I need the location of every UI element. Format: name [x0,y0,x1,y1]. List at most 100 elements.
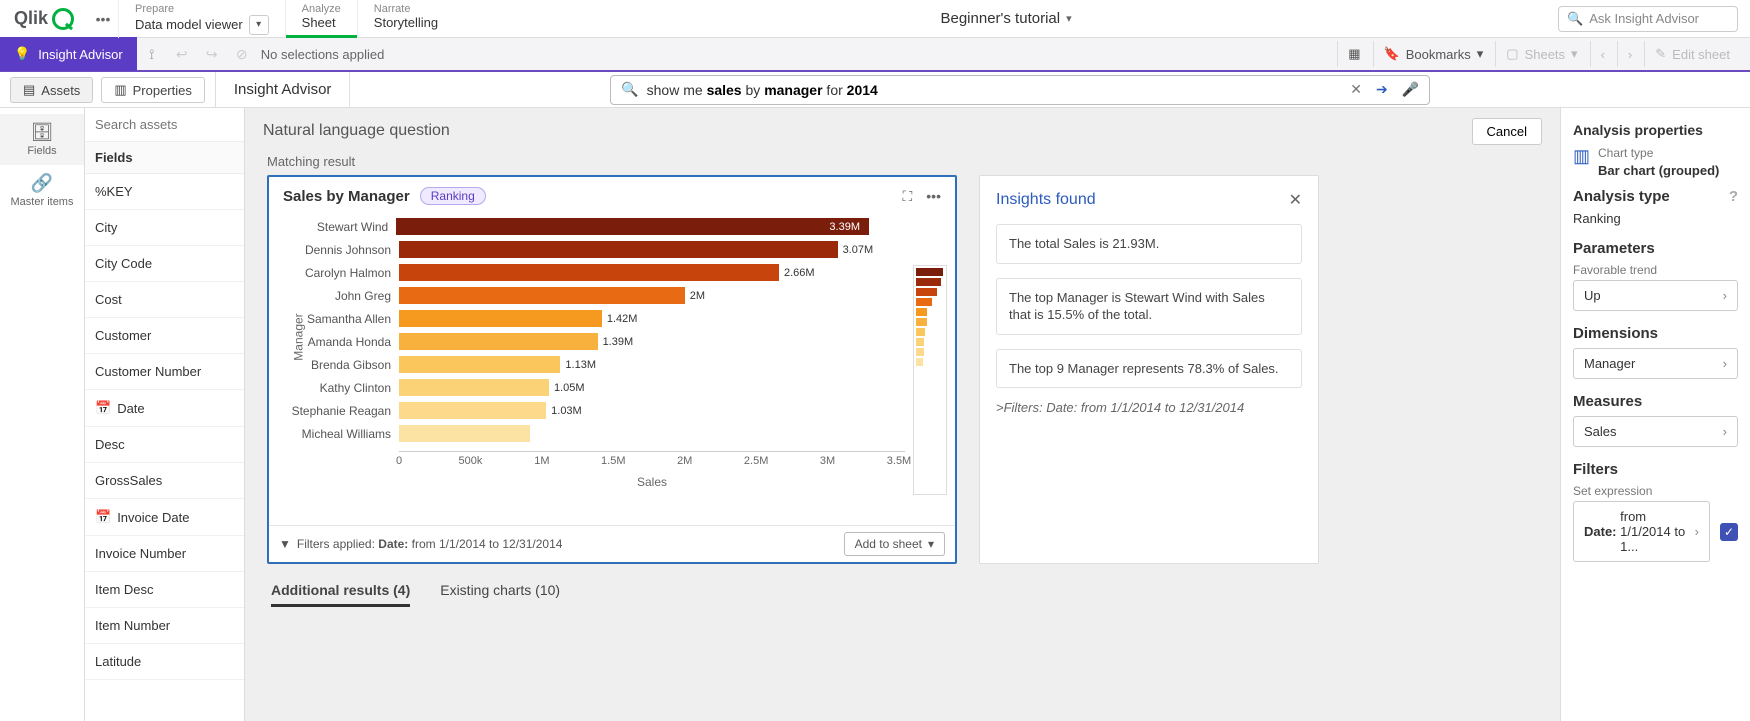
cancel-button[interactable]: Cancel [1472,118,1542,145]
search-assets-input[interactable] [85,108,244,142]
bar-category-label: Stewart Wind [269,220,396,234]
bar-row[interactable]: Micheal Williams [399,422,905,445]
bar[interactable] [399,310,602,327]
field-item[interactable]: 📅Date [85,390,244,427]
field-item[interactable]: 📅Invoice Date [85,499,244,536]
microphone-icon[interactable]: 🎤 [1402,81,1419,98]
field-item[interactable]: City [85,210,244,246]
bar-row[interactable]: Samantha Allen1.42M [399,307,905,330]
field-item[interactable]: Cost [85,282,244,318]
prev-sheet-button[interactable]: ‹ [1590,41,1615,67]
field-item[interactable]: Item Number [85,608,244,644]
chart-minimap[interactable] [913,265,947,495]
dimension-pill[interactable]: Manager› [1573,348,1738,379]
edit-sheet-button[interactable]: ✎Edit sheet [1644,41,1740,67]
bar[interactable] [399,379,549,396]
ask-insight-input[interactable]: 🔍 Ask Insight Advisor [1558,6,1738,32]
bar-row[interactable]: Kathy Clinton1.05M [399,376,905,399]
measure-pill[interactable]: Sales› [1573,416,1738,447]
field-item[interactable]: Invoice Number [85,536,244,572]
more-icon[interactable]: ••• [926,188,941,205]
nav-narrate[interactable]: Narrate Storytelling [357,0,454,38]
field-item[interactable]: Item Desc [85,572,244,608]
chart-type-label: Chart type [1598,146,1719,160]
insight-item[interactable]: The top Manager is Stewart Wind with Sal… [996,278,1302,335]
bar-row[interactable]: Dennis Johnson3.07M [399,238,905,261]
properties-panel-button[interactable]: ▥Properties [101,77,205,103]
leftnav-fields[interactable]: 🗄Fields [0,114,84,165]
submit-arrow-icon[interactable]: ➔ [1376,81,1388,98]
help-icon[interactable]: ? [1729,188,1738,205]
bar-row[interactable]: John Greg2M [399,284,905,307]
parameters-header: Parameters [1573,240,1738,257]
pencil-icon: ✎ [1655,46,1666,62]
leftnav-master-items[interactable]: 🔗Master items [0,165,84,216]
selections-status: No selections applied [261,47,385,62]
analysis-type-value: Ranking [1573,211,1738,226]
x-tick: 2.5M [744,455,768,467]
dimensions-header: Dimensions [1573,325,1738,342]
bar-row[interactable]: Carolyn Halmon2.66M [399,261,905,284]
add-to-sheet-button[interactable]: Add to sheet▾ [844,532,945,556]
app-title[interactable]: Beginner's tutorial ▾ [454,10,1558,27]
search-icon: 🔍 [621,81,638,98]
insight-advisor-button[interactable]: 💡 Insight Advisor [0,37,137,71]
chevron-right-icon: › [1723,288,1727,303]
bookmark-icon: 🔖 [1384,46,1400,62]
assets-panel-button[interactable]: ▤Assets [10,77,93,103]
bar[interactable] [399,333,598,350]
field-item[interactable]: Latitude [85,644,244,680]
bar-row[interactable]: Brenda Gibson1.13M [399,353,905,376]
more-menu-icon[interactable]: ••• [88,11,118,27]
bar-category-label: John Greg [269,289,399,303]
field-item[interactable]: Customer [85,318,244,354]
page-title: Natural language question [263,122,450,140]
field-item[interactable]: %KEY [85,174,244,210]
filter-pill[interactable]: Date: from 1/1/2014 to 1...› [1573,501,1710,562]
clear-icon[interactable]: ✕ [1350,81,1362,98]
bar-chart-icon: ▥ [1573,146,1590,167]
insight-item[interactable]: The top 9 Manager represents 78.3% of Sa… [996,349,1302,389]
bar-value-label: 1.13M [560,359,596,371]
sheets-menu[interactable]: ▢Sheets ▾ [1495,41,1587,67]
next-sheet-button[interactable]: › [1617,41,1642,67]
bar-row[interactable]: Stewart Wind3.39M [399,215,905,238]
tab-additional-results[interactable]: Additional results (4) [271,582,410,607]
bar-row[interactable]: Stephanie Reagan1.03M [399,399,905,422]
bar[interactable] [399,356,560,373]
smart-search-icon[interactable]: ⟟ [137,46,167,63]
calendar-icon: 📅 [95,400,111,416]
bar[interactable] [399,264,779,281]
measures-header: Measures [1573,393,1738,410]
insight-item[interactable]: The total Sales is 21.93M. [996,224,1302,264]
bar-value-label: 1.42M [602,313,638,325]
brand-logo[interactable]: Qlik [0,8,88,30]
field-item[interactable]: City Code [85,246,244,282]
bar-value-label: 2.66M [779,267,815,279]
bar-category-label: Kathy Clinton [269,381,399,395]
close-icon[interactable]: ✕ [1289,190,1302,210]
chevron-down-icon[interactable]: ▾ [249,15,269,35]
bar[interactable] [396,218,869,235]
tab-existing-charts[interactable]: Existing charts (10) [440,582,560,607]
search-icon: 🔍 [1567,11,1583,27]
step-forward-icon: ↪ [197,46,227,63]
bar[interactable] [399,287,685,304]
step-back-icon: ↩ [167,46,197,63]
field-item[interactable]: Customer Number [85,354,244,390]
bar[interactable] [399,241,838,258]
bar[interactable] [399,425,530,442]
field-item[interactable]: GrossSales [85,463,244,499]
fullscreen-icon[interactable]: ⛶ [902,188,912,205]
filter-checkbox[interactable]: ✓ [1720,523,1738,541]
bar-row[interactable]: Amanda Honda1.39M [399,330,905,353]
nav-prepare[interactable]: Prepare Data model viewer▾ [118,0,285,38]
bookmarks-menu[interactable]: 🔖Bookmarks ▾ [1373,41,1494,67]
grid-view-icon[interactable]: ▦ [1337,41,1370,67]
nav-analyze[interactable]: Analyze Sheet [285,0,357,38]
field-item[interactable]: Desc [85,427,244,463]
favorable-trend-select[interactable]: Up› [1573,280,1738,311]
chevron-right-icon: › [1723,424,1727,439]
nlq-search-input[interactable]: 🔍 show me sales by manager for 2014 ✕ ➔ … [610,75,1430,105]
bar[interactable] [399,402,546,419]
